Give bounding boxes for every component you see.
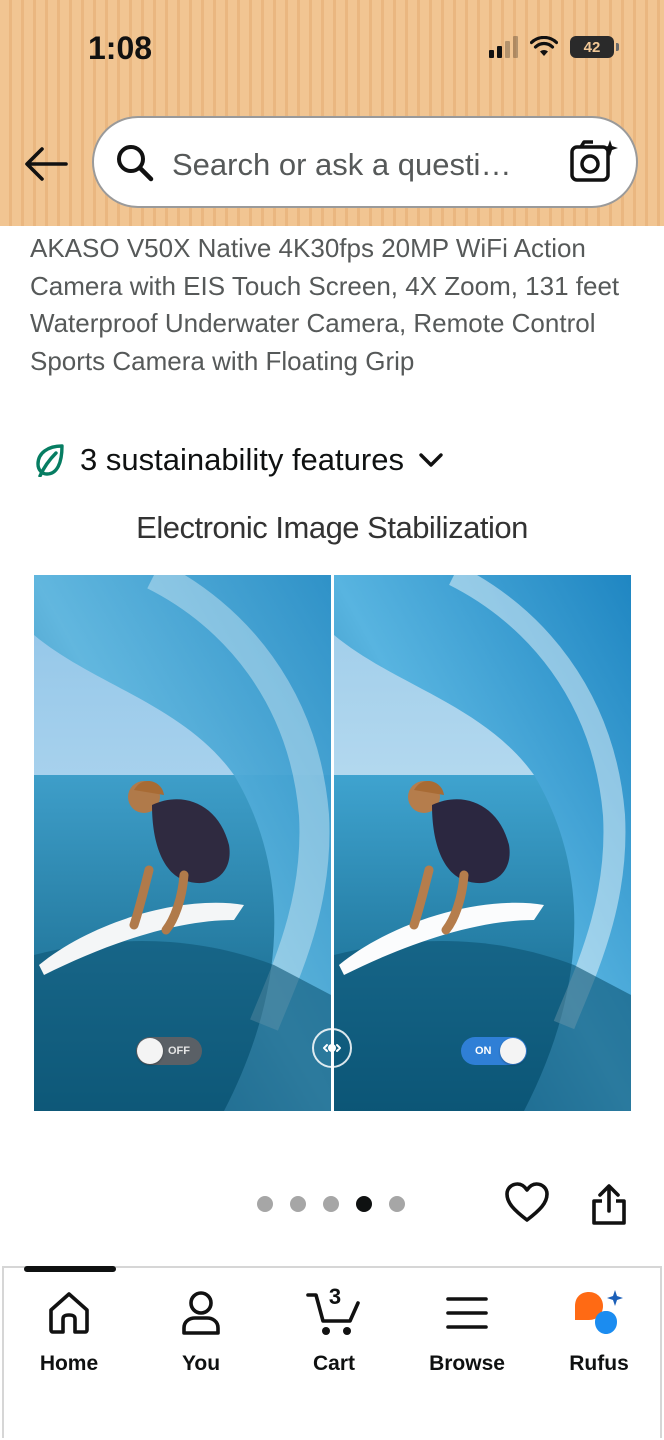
toggle-off-label: OFF	[168, 1045, 190, 1057]
cellular-signal-icon	[489, 36, 518, 58]
nav-item-home[interactable]: Home	[14, 1288, 124, 1376]
comparison-handle-icon	[312, 1028, 352, 1068]
bottom-navigation: Home You 3 Cart Browse Rufus	[2, 1266, 662, 1438]
active-tab-indicator	[24, 1266, 116, 1272]
nav-label-cart: Cart	[312, 1352, 355, 1375]
search-icon	[117, 145, 154, 182]
nav-label-rufus: Rufus	[569, 1352, 629, 1375]
product-image-eis-on[interactable]: ON	[334, 575, 631, 1111]
nav-label-you: You	[181, 1352, 221, 1375]
product-title[interactable]: AKASO V50X Native 4K30fps 20MP WiFi Acti…	[30, 230, 640, 380]
status-time: 1:08	[88, 30, 153, 66]
nav-item-you[interactable]: You	[146, 1288, 256, 1376]
header: 1:08 42 Search or ask a questi…	[0, 0, 664, 226]
leaf-icon	[36, 444, 64, 477]
arrow-left-icon	[25, 147, 68, 181]
battery-level: 42	[583, 38, 601, 56]
wishlist-button[interactable]	[504, 1181, 550, 1228]
search-input[interactable]: Search or ask a questi…	[172, 147, 532, 183]
cart-count-badge: 3	[328, 1284, 342, 1309]
camera-search-icon[interactable]	[568, 138, 618, 186]
menu-icon	[446, 1297, 488, 1329]
back-button[interactable]	[22, 140, 70, 188]
share-button[interactable]	[590, 1184, 628, 1231]
carousel-dot-active[interactable]	[356, 1196, 372, 1212]
product-image-eis-off[interactable]: OFF	[34, 575, 331, 1111]
search-bar[interactable]: Search or ask a questi…	[92, 116, 638, 208]
status-icons: 42	[489, 36, 619, 58]
eis-off-toggle: OFF	[136, 1037, 202, 1065]
eis-on-toggle: ON	[461, 1037, 527, 1065]
nav-item-browse[interactable]: Browse	[412, 1288, 522, 1376]
carousel-dot[interactable]	[323, 1196, 339, 1212]
heart-icon	[505, 1182, 549, 1222]
image-heading: Electronic Image Stabilization	[136, 510, 528, 545]
nav-label-home: Home	[39, 1352, 99, 1375]
rufus-icon	[575, 1290, 623, 1334]
carousel-dot[interactable]	[257, 1196, 273, 1212]
sustainability-features[interactable]: 3 sustainability features	[34, 442, 444, 478]
nav-label-browse: Browse	[429, 1352, 505, 1375]
battery-icon: 42	[570, 36, 619, 58]
image-carousel-dots[interactable]	[257, 1196, 405, 1212]
carousel-dot[interactable]	[290, 1196, 306, 1212]
chevron-down-icon	[419, 453, 443, 467]
home-icon	[49, 1292, 89, 1334]
nav-item-cart[interactable]: 3 Cart	[279, 1284, 389, 1376]
carousel-dot[interactable]	[389, 1196, 405, 1212]
nav-item-rufus[interactable]: Rufus	[544, 1288, 654, 1376]
wifi-icon	[530, 36, 558, 56]
share-icon	[592, 1184, 626, 1225]
sustainability-label: 3 sustainability features	[80, 442, 404, 477]
toggle-on-label: ON	[475, 1045, 492, 1057]
person-icon	[182, 1291, 220, 1335]
